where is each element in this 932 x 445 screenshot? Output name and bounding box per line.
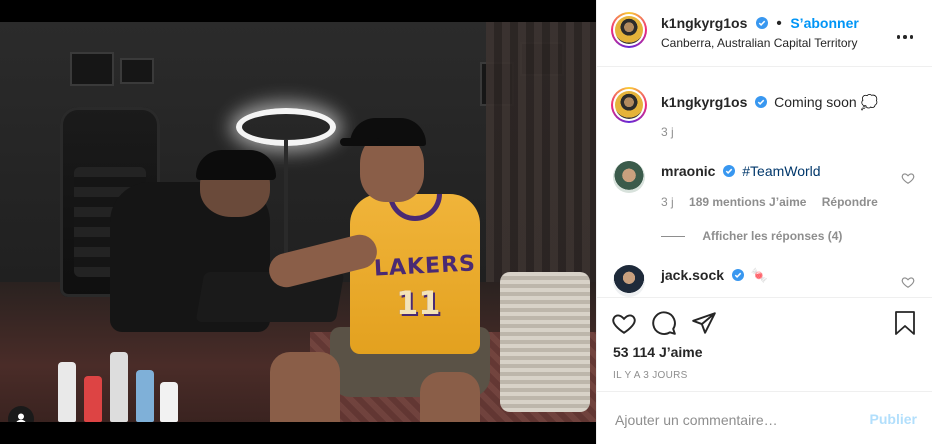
- comment-input[interactable]: [613, 408, 857, 432]
- verified-badge-icon: [755, 17, 768, 29]
- comment-like-heart-icon[interactable]: [901, 275, 915, 289]
- tattoo-supplies: [40, 322, 180, 422]
- share-icon[interactable]: [691, 310, 717, 336]
- verified-badge-icon: [731, 269, 744, 281]
- author-username[interactable]: k1ngkyrg1os: [661, 15, 747, 31]
- bookmark-icon[interactable]: [893, 310, 917, 336]
- more-dot-icon: [903, 35, 907, 39]
- header-separator: •: [776, 15, 782, 32]
- heart-icon[interactable]: [611, 310, 637, 336]
- comment-body: mraonic #TeamWorld: [661, 162, 821, 180]
- instagram-post: LAKERS 11 k1ngkyrg1os • S’abonner Canber…: [0, 0, 932, 444]
- commenter-username[interactable]: mraonic: [661, 163, 715, 179]
- more-dot-icon: [896, 35, 901, 39]
- post-actions: 53 114 J’aime IL Y A 3 JOURS: [597, 297, 932, 390]
- client-leg: [420, 372, 480, 422]
- tattoo-artist-cap: [196, 150, 276, 180]
- caption-text: Coming soon: [774, 94, 857, 110]
- thought-bubble-emoji: 💭: [860, 94, 878, 110]
- comment-body: jack.sock 🍬: [661, 266, 768, 284]
- candy-emoji: 🍬: [750, 267, 769, 283]
- photo-cushion: [500, 272, 590, 412]
- post-timestamp[interactable]: IL Y A 3 JOURS: [613, 370, 688, 381]
- client-cap: [340, 118, 426, 146]
- caption-time[interactable]: 3 j: [661, 125, 674, 139]
- client-leg: [270, 352, 340, 422]
- more-dot-icon: [909, 35, 914, 39]
- publish-button[interactable]: Publier: [870, 411, 917, 427]
- view-replies-label: Afficher les réponses (4): [702, 229, 843, 243]
- caption: k1ngkyrg1os Coming soon 💭: [661, 93, 878, 111]
- follow-button[interactable]: S’abonner: [790, 15, 858, 31]
- post-photo[interactable]: LAKERS 11: [0, 22, 596, 422]
- wall-frame: [70, 52, 114, 86]
- jersey-logo-lettering: LAKERS: [373, 251, 477, 282]
- caption-username[interactable]: k1ngkyrg1os: [661, 94, 747, 110]
- post-sidebar: k1ngkyrg1os • S’abonner Canberra, Austra…: [596, 0, 932, 444]
- comment-meta: 3 j 189 mentions J’aime Répondre: [661, 195, 890, 209]
- wall-frame: [120, 58, 154, 84]
- bottle: [110, 352, 128, 422]
- jersey-number: 11: [396, 284, 441, 322]
- comments-section: k1ngkyrg1os Coming soon 💭 3 j mraonic #T…: [597, 67, 932, 297]
- commenter-username[interactable]: jack.sock: [661, 267, 724, 283]
- likes-count[interactable]: 53 114 J’aime: [613, 344, 703, 360]
- caption-avatar[interactable]: [611, 87, 647, 123]
- commenter-avatar[interactable]: [613, 265, 645, 297]
- bottle: [160, 382, 178, 422]
- comment-hashtag[interactable]: #TeamWorld: [742, 163, 820, 179]
- verified-badge-icon: [723, 165, 736, 177]
- header-title-row: k1ngkyrg1os • S’abonner: [661, 15, 859, 33]
- bottle: [136, 370, 154, 422]
- comment-time[interactable]: 3 j: [661, 195, 674, 209]
- comment-likes-count[interactable]: 189 mentions J’aime: [689, 195, 806, 209]
- comment-icon[interactable]: [651, 310, 677, 336]
- comment-like-heart-icon[interactable]: [901, 171, 915, 185]
- replies-divider: [661, 236, 685, 238]
- person-icon: [16, 413, 26, 422]
- more-options-button[interactable]: [895, 26, 919, 39]
- post-location[interactable]: Canberra, Australian Capital Territory: [661, 36, 858, 50]
- bottle: [58, 362, 76, 422]
- ring-light-stand: [284, 140, 288, 260]
- add-comment-bar: Publier: [597, 391, 932, 445]
- reply-button[interactable]: Répondre: [822, 195, 878, 209]
- post-header: k1ngkyrg1os • S’abonner Canberra, Austra…: [597, 0, 932, 67]
- view-replies-button[interactable]: Afficher les réponses (4): [661, 229, 854, 243]
- bottle: [84, 376, 102, 422]
- verified-badge-icon: [755, 96, 768, 108]
- commenter-avatar[interactable]: [613, 161, 645, 193]
- author-avatar[interactable]: [611, 12, 647, 48]
- tattoo-table: [195, 272, 345, 322]
